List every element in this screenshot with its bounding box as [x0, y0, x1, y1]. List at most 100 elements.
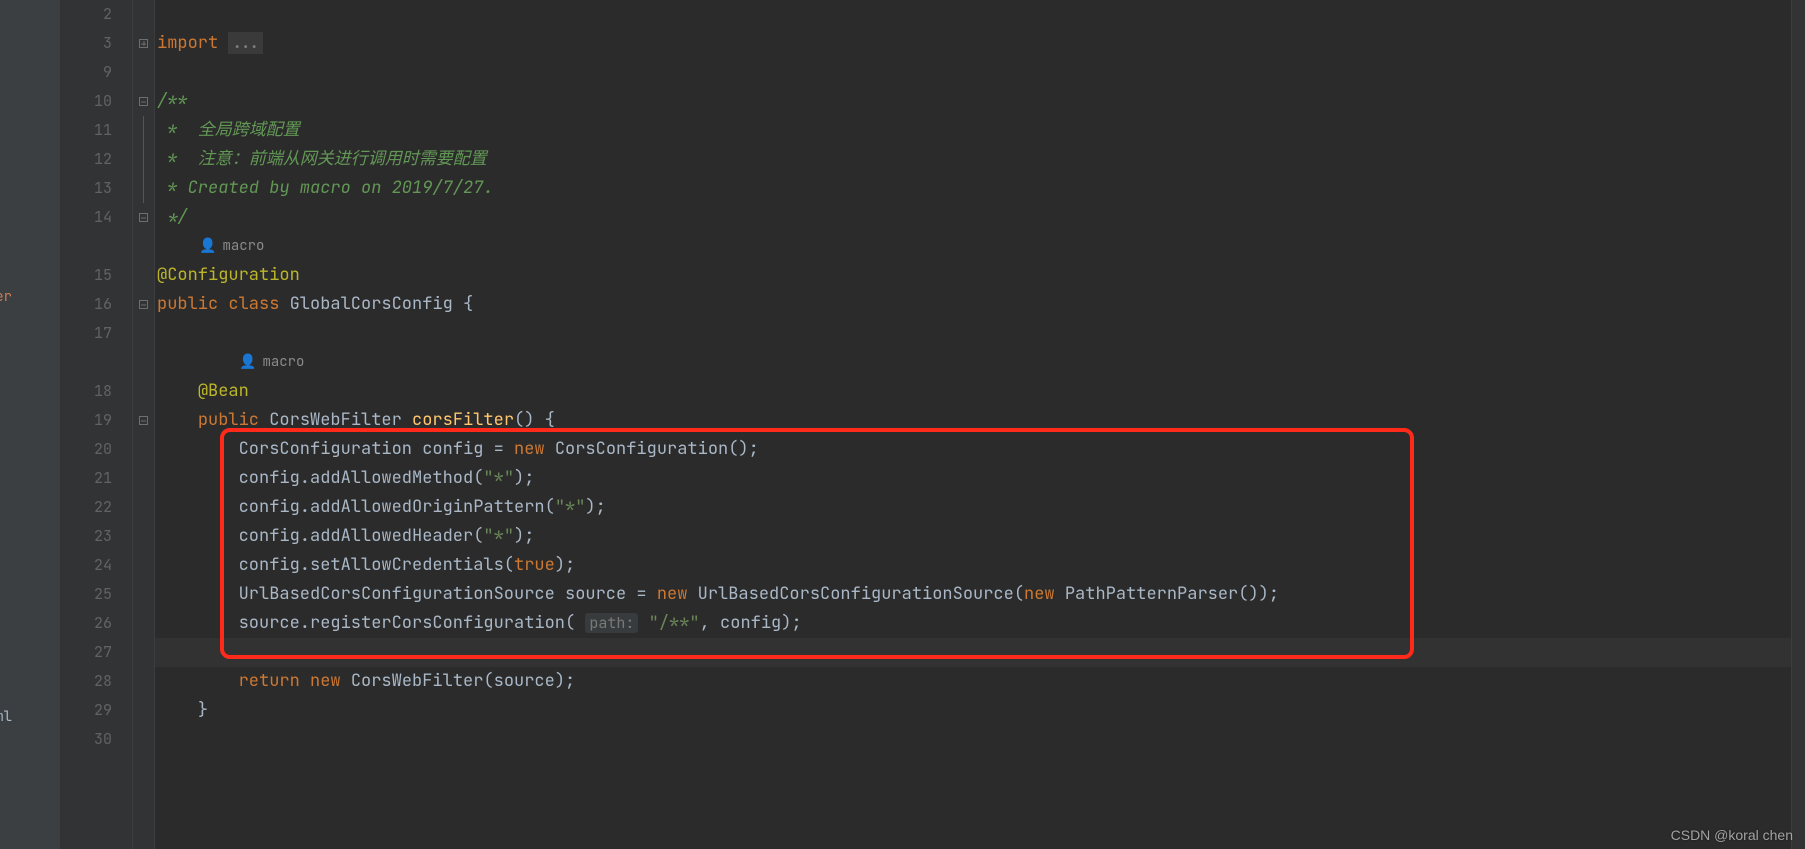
line-gutter[interactable]: 2 3 9 10 11 12 13 14 15 16 17 18 19 20 2… [61, 0, 133, 849]
code-text: source.registerCorsConfiguration( [239, 612, 586, 634]
sidebar-item[interactable]: v.yml [0, 708, 12, 726]
code-line[interactable]: * Created by macro on 2019/7/27. [155, 174, 1805, 203]
line-number[interactable]: 19 [61, 406, 132, 435]
code-area[interactable]: import ... /** * 全局跨域配置 * 注意：前端从网关进行调用时需… [155, 0, 1805, 849]
comment: * 注意：前端从网关进行调用时需要配置 [157, 148, 487, 170]
code-line[interactable]: return new CorsWebFilter(source); [155, 667, 1805, 696]
line-number[interactable]: 17 [61, 319, 132, 348]
line-number[interactable]: 13 [61, 174, 132, 203]
code-line[interactable]: public CorsWebFilter corsFilter() { [155, 406, 1805, 435]
fold-toggle-icon[interactable] [139, 39, 148, 48]
fold-toggle-icon[interactable] [139, 213, 148, 222]
line-number[interactable]: 15 [61, 261, 132, 290]
code-line[interactable] [155, 725, 1805, 754]
comment: * Created by macro on 2019/7/27. [157, 177, 494, 199]
author-inlay[interactable]: 👤macro [155, 232, 1805, 261]
code-line[interactable]: CorsConfiguration config = new CorsConfi… [155, 435, 1805, 464]
code-text: ); [514, 525, 534, 547]
code-text: UrlBasedCorsConfigurationSource( [698, 583, 1024, 605]
line-number[interactable]: 30 [61, 725, 132, 754]
type: CorsWebFilter [269, 409, 412, 431]
keyword: new [1024, 583, 1065, 605]
code-text: () { [514, 409, 555, 431]
line-number[interactable]: 24 [61, 551, 132, 580]
editor-marker-strip[interactable] [1791, 0, 1805, 849]
code-line[interactable]: @Configuration [155, 261, 1805, 290]
line-number[interactable]: 21 [61, 464, 132, 493]
line-number[interactable]: 10 [61, 87, 132, 116]
code-line[interactable]: @Bean [155, 377, 1805, 406]
code-line[interactable]: } [155, 696, 1805, 725]
fold-toggle-icon[interactable] [139, 300, 148, 309]
line-number[interactable]: 23 [61, 522, 132, 551]
string: "*" [555, 496, 586, 518]
line-number[interactable]: 14 [61, 203, 132, 232]
keyword: true [514, 554, 555, 576]
code-line[interactable] [155, 58, 1805, 87]
code-line[interactable]: UrlBasedCorsConfigurationSource source =… [155, 580, 1805, 609]
line-number[interactable]: 29 [61, 696, 132, 725]
code-text: UrlBasedCorsConfigurationSource source = [239, 583, 657, 605]
app-root: oller ml ml l v.yml 2 3 9 10 11 12 13 14… [0, 0, 1805, 849]
code-text: CorsConfiguration(); [555, 438, 759, 460]
comment: * 全局跨域配置 [157, 119, 300, 141]
code-text: config.addAllowedMethod( [239, 467, 484, 489]
string: "*" [483, 467, 514, 489]
sidebar-item[interactable]: oller [0, 288, 12, 306]
code-line[interactable] [155, 0, 1805, 29]
code-line[interactable]: config.addAllowedOriginPattern("*"); [155, 493, 1805, 522]
code-line[interactable]: source.registerCorsConfiguration( path: … [155, 609, 1805, 638]
code-line[interactable]: * 全局跨域配置 [155, 116, 1805, 145]
fold-toggle-icon[interactable] [139, 97, 148, 106]
code-text: , config); [700, 612, 802, 634]
code-line[interactable] [155, 638, 1805, 667]
line-number[interactable]: 22 [61, 493, 132, 522]
string: "*" [483, 525, 514, 547]
line-number[interactable]: 20 [61, 435, 132, 464]
code-line[interactable]: public class GlobalCorsConfig { [155, 290, 1805, 319]
keyword: class [228, 293, 289, 315]
code-line[interactable]: */ [155, 203, 1805, 232]
fold-guide [143, 174, 144, 203]
code-line[interactable]: config.setAllowCredentials(true); [155, 551, 1805, 580]
annotation: @Bean [198, 380, 249, 402]
author-name: macro [262, 348, 304, 377]
line-number[interactable]: 27 [61, 638, 132, 667]
line-number[interactable]: 12 [61, 145, 132, 174]
keyword: new [657, 583, 698, 605]
identifier: GlobalCorsConfig { [290, 293, 474, 315]
code-line[interactable]: import ... [155, 29, 1805, 58]
code-line[interactable]: config.addAllowedMethod("*"); [155, 464, 1805, 493]
line-number[interactable]: 25 [61, 580, 132, 609]
code-text: config.addAllowedOriginPattern( [239, 496, 555, 518]
line-number[interactable]: 11 [61, 116, 132, 145]
line-number[interactable]: 28 [61, 667, 132, 696]
line-number[interactable]: 9 [61, 58, 132, 87]
code-text: ); [555, 554, 575, 576]
fold-guide [143, 116, 144, 145]
comment: /** [157, 90, 188, 112]
code-text: config.addAllowedHeader( [239, 525, 484, 547]
code-line[interactable]: /** [155, 87, 1805, 116]
parameter-hint: path: [585, 613, 638, 633]
project-sidebar[interactable]: oller ml ml l v.yml [0, 0, 61, 849]
line-number[interactable]: 3 [61, 29, 132, 58]
fold-column[interactable] [133, 0, 155, 849]
line-number[interactable]: 16 [61, 290, 132, 319]
keyword: public [198, 409, 269, 431]
author-inlay[interactable]: 👤macro [155, 348, 1805, 377]
folded-region[interactable]: ... [228, 32, 263, 54]
line-number[interactable]: 2 [61, 0, 132, 29]
code-text: CorsConfiguration config = [239, 438, 514, 460]
code-line[interactable] [155, 319, 1805, 348]
code-line[interactable]: * 注意：前端从网关进行调用时需要配置 [155, 145, 1805, 174]
brace: } [198, 699, 208, 721]
code-line[interactable]: config.addAllowedHeader("*"); [155, 522, 1805, 551]
line-number[interactable]: 26 [61, 609, 132, 638]
line-number[interactable]: 18 [61, 377, 132, 406]
keyword: new [310, 670, 351, 692]
author-name: macro [222, 232, 264, 261]
watermark: CSDN @koral chen [1671, 827, 1793, 843]
keyword: import [157, 32, 228, 54]
fold-toggle-icon[interactable] [139, 416, 148, 425]
